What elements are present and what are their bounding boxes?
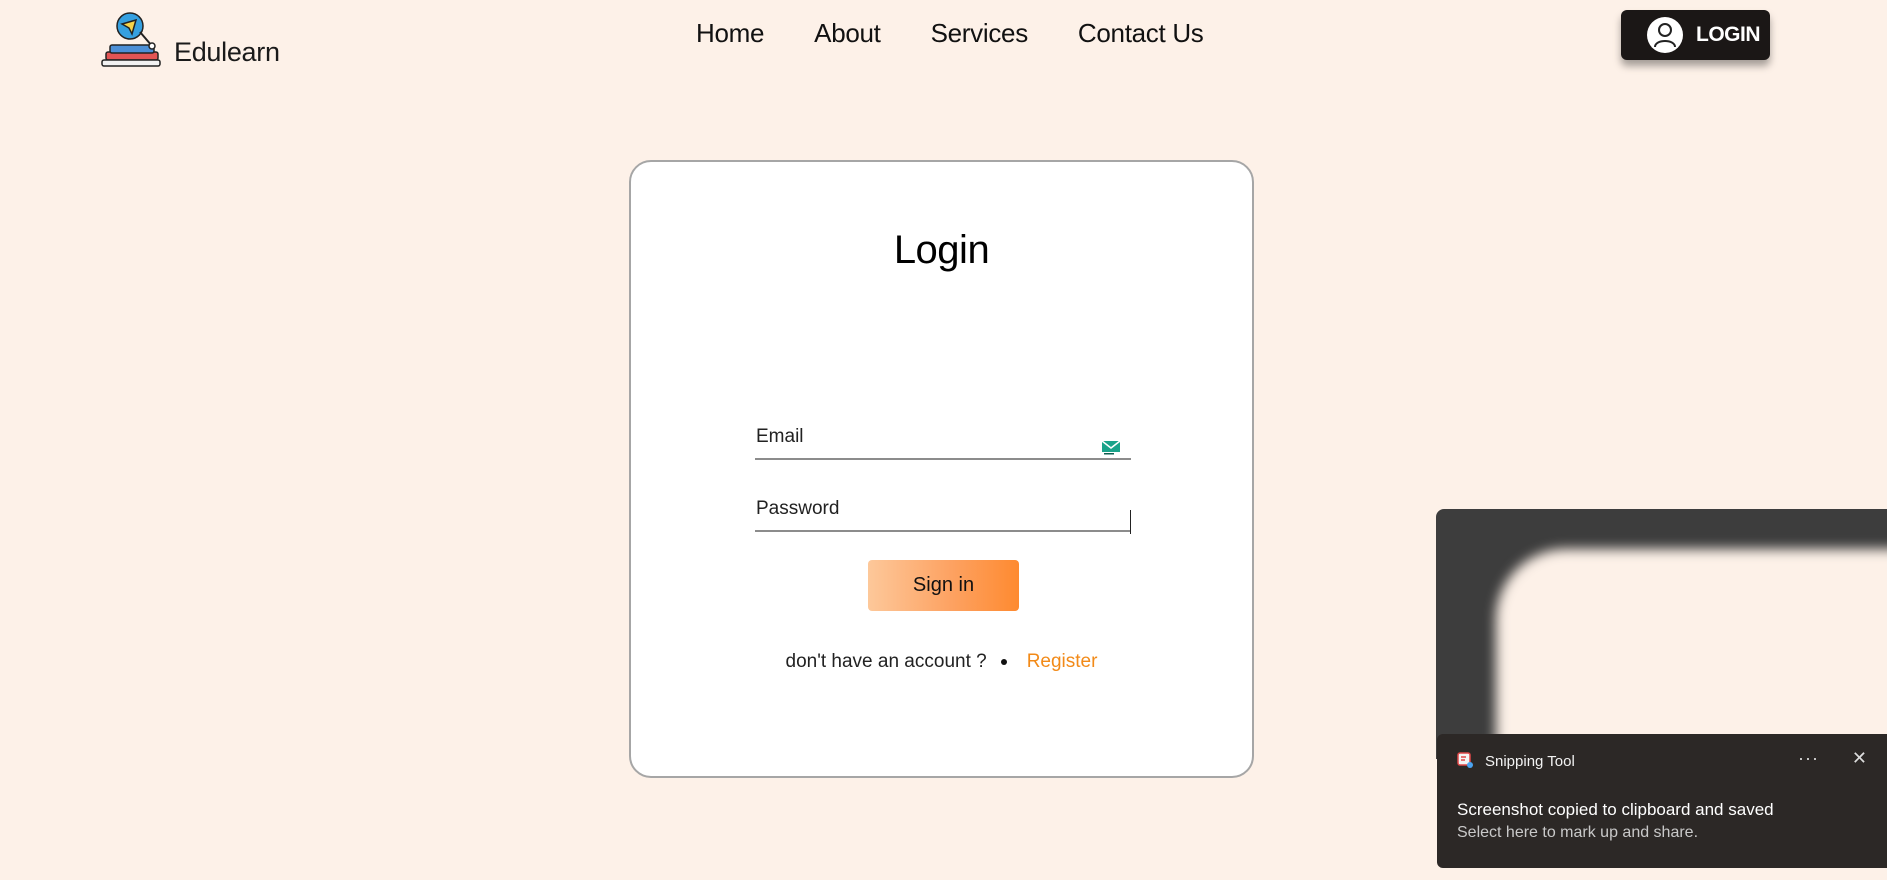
text-caret bbox=[1130, 510, 1131, 534]
snipping-preview-thumbnail bbox=[1496, 549, 1887, 759]
toast-app-name: Snipping Tool bbox=[1485, 752, 1575, 770]
main-nav: Home About Services Contact Us bbox=[696, 18, 1204, 49]
brand-logo[interactable]: Edulearn bbox=[100, 12, 280, 70]
user-icon bbox=[1647, 17, 1683, 53]
snipping-preview[interactable] bbox=[1436, 509, 1887, 759]
toast-header: Snipping Tool bbox=[1457, 752, 1575, 770]
toast-subtitle: Select here to mark up and share. bbox=[1457, 824, 1699, 841]
book-lamp-icon bbox=[101, 12, 161, 67]
login-title: Login bbox=[893, 228, 990, 272]
header-login-label: LOGIN bbox=[1696, 23, 1761, 46]
register-link[interactable]: Register bbox=[1027, 651, 1098, 673]
snipping-tool-icon bbox=[1457, 752, 1473, 768]
header-login-button[interactable]: LOGIN bbox=[1621, 10, 1770, 60]
bullet-separator bbox=[1000, 659, 1007, 665]
sign-in-button[interactable]: Sign in bbox=[868, 560, 1019, 611]
close-icon[interactable]: ✕ bbox=[1852, 748, 1867, 769]
snipping-toast[interactable]: Snipping Tool ··· ✕ Screenshot copied to… bbox=[1437, 734, 1887, 868]
more-options-icon[interactable]: ··· bbox=[1798, 748, 1819, 769]
login-card: Login Email Password Sign in don't have … bbox=[629, 160, 1254, 778]
nav-home[interactable]: Home bbox=[696, 18, 764, 49]
nav-about[interactable]: About bbox=[814, 18, 881, 49]
email-field[interactable]: Email bbox=[755, 424, 1131, 460]
register-prompt: don't have an account ? Register bbox=[631, 651, 1252, 673]
mail-icon bbox=[1101, 440, 1121, 455]
brand-name: Edulearn bbox=[174, 37, 280, 67]
toast-title: Screenshot copied to clipboard and saved bbox=[1457, 800, 1774, 819]
email-placeholder: Email bbox=[756, 426, 804, 447]
password-field[interactable]: Password bbox=[755, 496, 1131, 534]
password-placeholder: Password bbox=[756, 498, 840, 519]
no-account-text: don't have an account ? bbox=[785, 651, 987, 672]
nav-services[interactable]: Services bbox=[931, 18, 1029, 49]
nav-contact-us[interactable]: Contact Us bbox=[1078, 18, 1204, 49]
